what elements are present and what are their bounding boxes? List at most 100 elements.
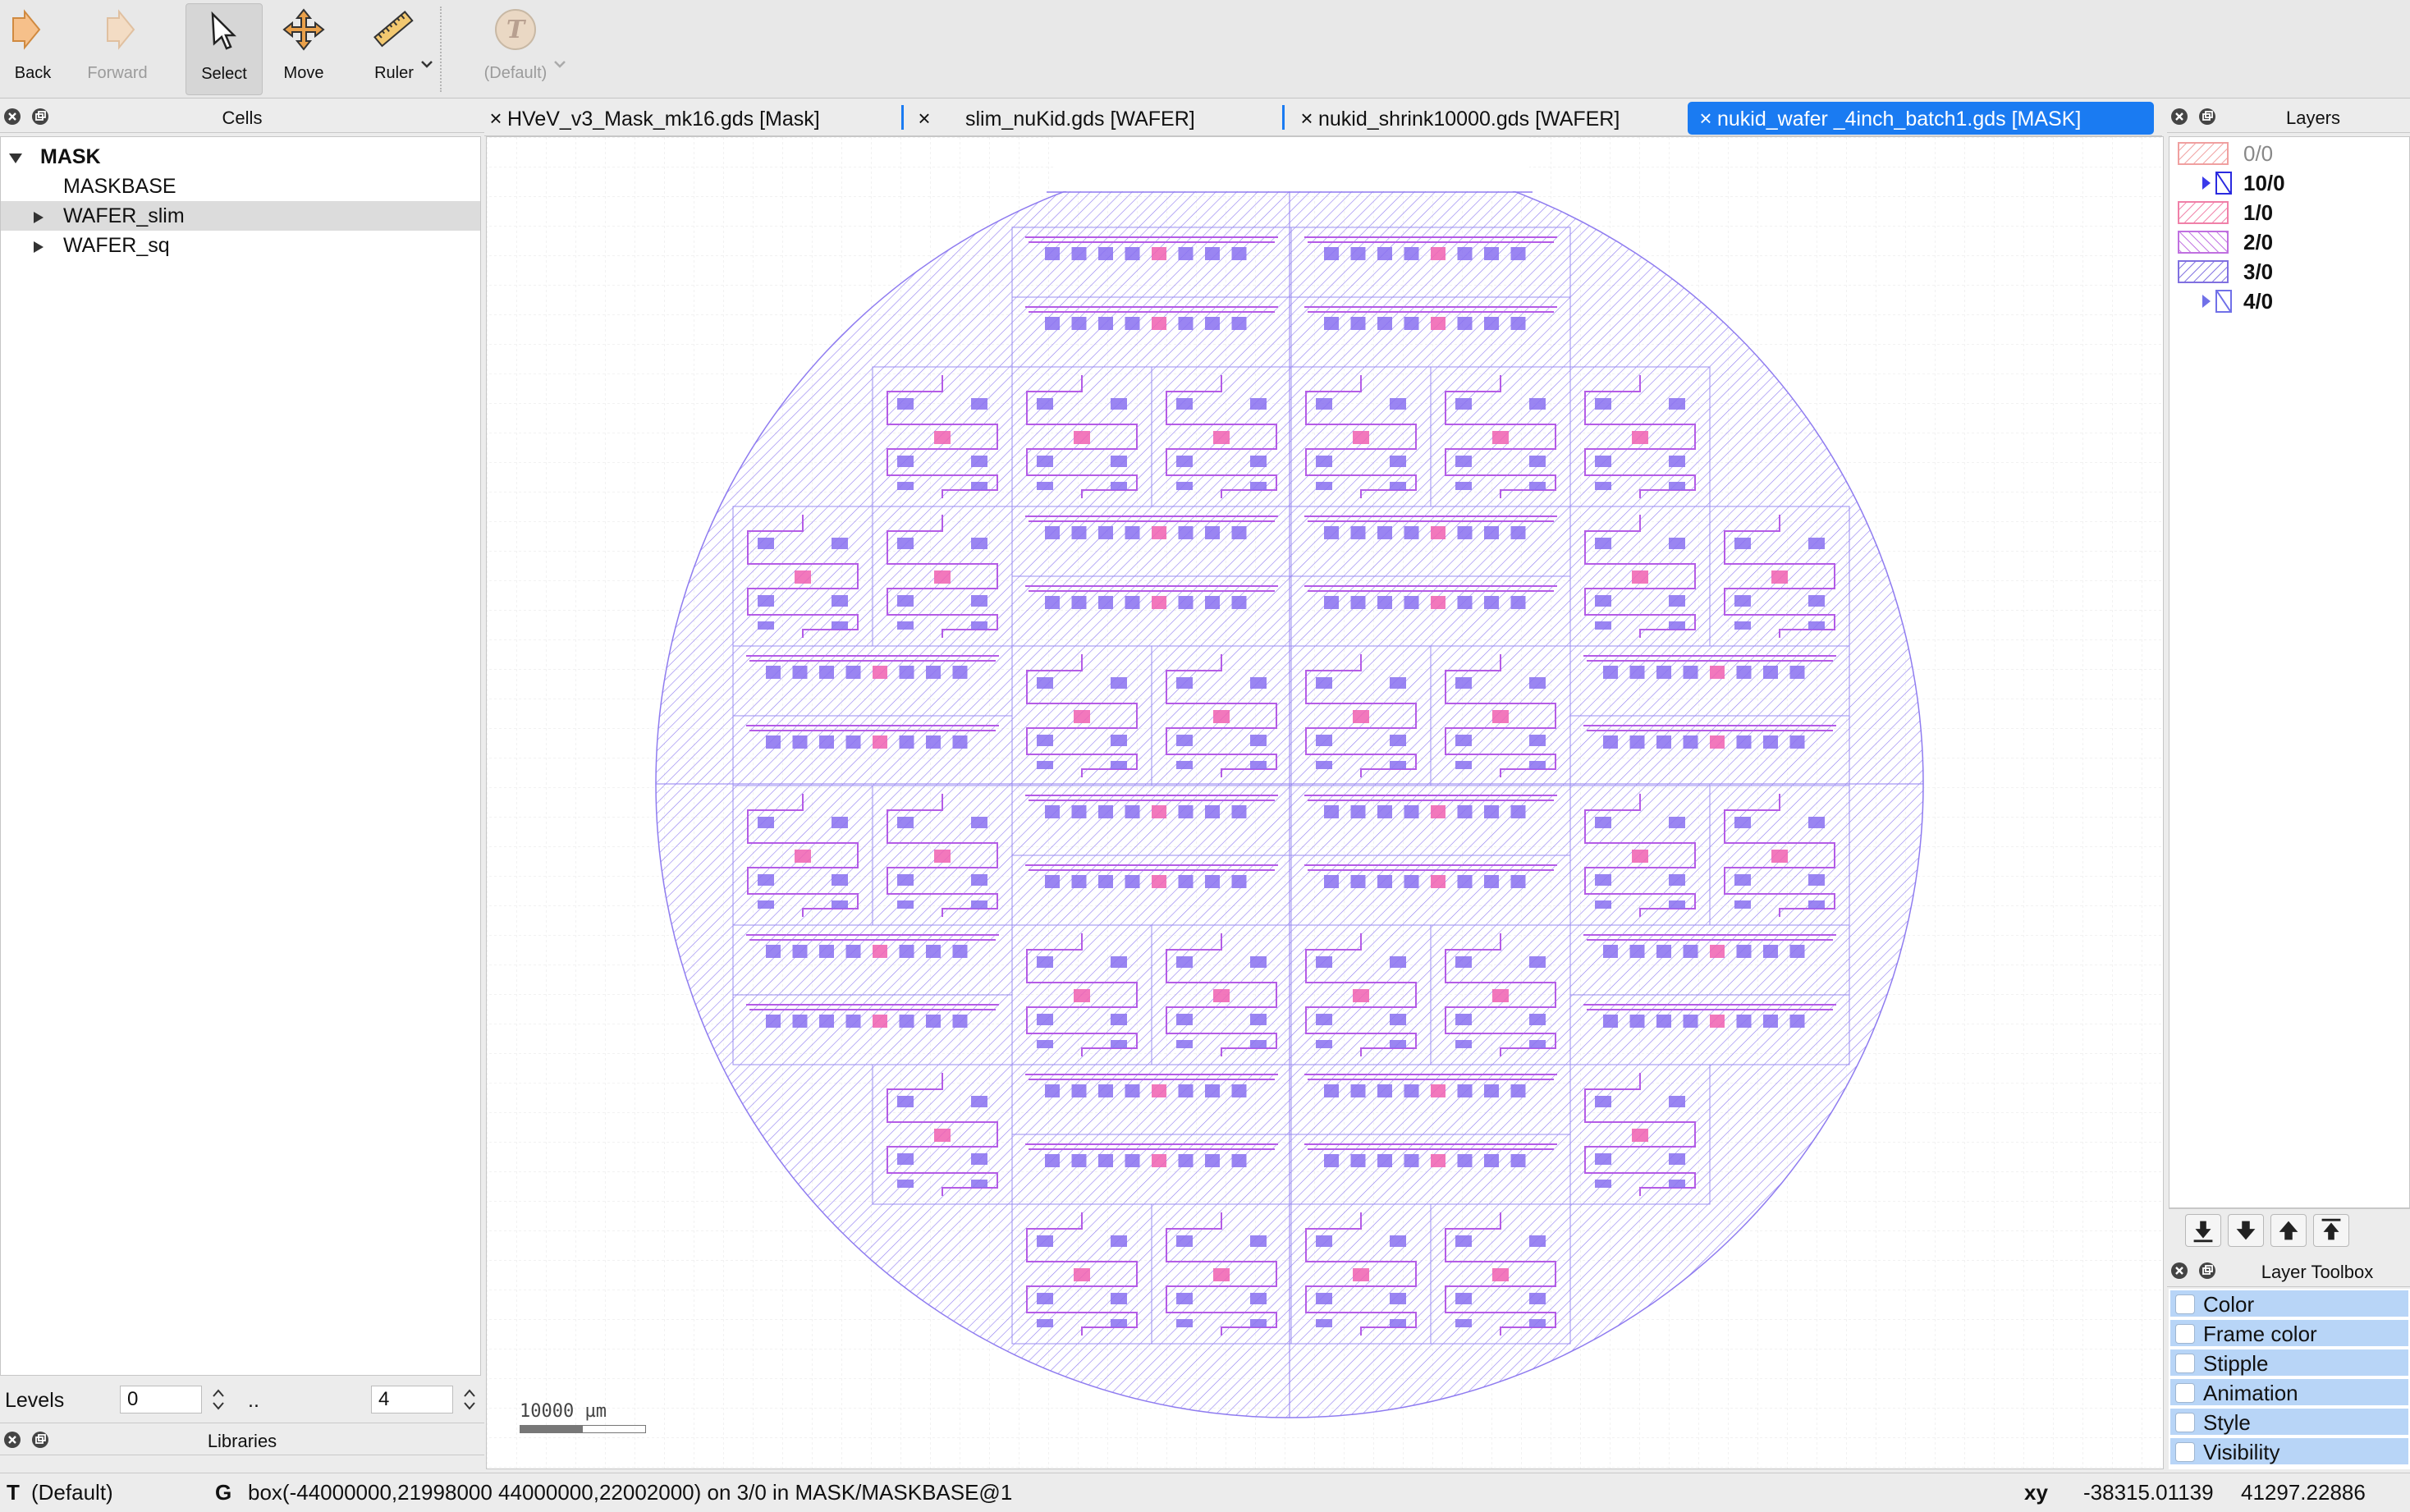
layer-row-2-0[interactable]: 2/0 (2169, 227, 2409, 257)
forward-label: Forward (87, 64, 148, 82)
toolbox-animation[interactable]: Animation (2170, 1379, 2408, 1407)
toolbox-style[interactable]: Style (2170, 1409, 2408, 1436)
tab-nukid-shrink[interactable]: × nukid_shrink10000.gds [WAFER] (1295, 102, 1656, 135)
move-up-icon[interactable] (2270, 1214, 2307, 1247)
select-tool-button[interactable]: Select (186, 3, 263, 95)
layer-row-4-0[interactable]: 4/0 (2169, 286, 2409, 316)
status-bar: T (Default) G box(-44000000,21998000 440… (0, 1473, 2410, 1512)
layer-row-10-0[interactable]: 10/0 (2169, 168, 2409, 198)
die-pad (1111, 1014, 1127, 1025)
die-pad (1431, 875, 1446, 888)
close-tab-icon[interactable]: × (1694, 102, 1717, 135)
layer-swatch-icon (2178, 231, 2229, 254)
die-pad (899, 666, 914, 679)
tab-divider (1282, 105, 1285, 130)
expand-checkbox[interactable] (2175, 1383, 2195, 1403)
text-default-label: (Default) (483, 64, 548, 82)
toolbox-color[interactable]: Color (2170, 1290, 2408, 1318)
layer-row-3-0[interactable]: 3/0 (2169, 257, 2409, 286)
tree-item-maskbase[interactable]: MASKBASE (1, 172, 480, 201)
die-pad (1529, 735, 1546, 746)
close-tab-icon[interactable]: × (484, 102, 507, 135)
move-label: Move (283, 64, 324, 82)
layers-panel-title: Layers (2285, 108, 2341, 128)
toolbox-visibility[interactable]: Visibility (2170, 1438, 2408, 1466)
levels-to-input[interactable]: 4 (371, 1386, 453, 1413)
tree-item-wafer-sq[interactable]: WAFER_sq (1, 231, 480, 260)
die-pad (1178, 317, 1194, 330)
layout-canvas[interactable]: 10000 µm (486, 136, 2164, 1469)
close-panel-icon[interactable] (2170, 1262, 2188, 1280)
die-pad (832, 595, 848, 607)
die-pad (1045, 247, 1060, 260)
die-pad (1037, 456, 1053, 467)
text-default-dropdown[interactable]: T (Default) (465, 3, 566, 95)
die-pad (1213, 431, 1230, 444)
die-pad (897, 595, 914, 607)
expanded-triangle-icon[interactable] (9, 153, 22, 163)
wafer-layout-drawing[interactable] (487, 137, 2164, 1469)
die-pad (1324, 526, 1339, 539)
die-pad (1595, 1096, 1611, 1107)
die-pad (1350, 247, 1366, 260)
collapsed-triangle-icon[interactable] (34, 212, 44, 223)
die-pad (899, 735, 914, 749)
die-pad (1045, 1154, 1060, 1167)
levels-label: Levels (5, 1389, 65, 1412)
expand-arrow-icon[interactable] (2202, 176, 2211, 190)
die-pad (1324, 317, 1339, 330)
move-tool-button[interactable]: Move (271, 3, 337, 95)
ruler-tool-button[interactable]: Ruler (353, 3, 435, 95)
die-pad (1316, 398, 1332, 410)
die-pad (1205, 247, 1220, 260)
expand-arrow-icon[interactable] (2202, 295, 2211, 308)
move-to-top-icon[interactable] (2313, 1214, 2349, 1247)
expand-checkbox[interactable] (2175, 1354, 2195, 1373)
expand-checkbox[interactable] (2175, 1324, 2195, 1344)
tab-slim-nukid[interactable]: × slim_nuKid.gds [WAFER] (913, 102, 1194, 135)
expand-checkbox[interactable] (2175, 1413, 2195, 1432)
die-pad (1316, 956, 1332, 968)
levels-from-input[interactable]: 0 (120, 1386, 202, 1413)
tree-item-wafer-slim[interactable]: WAFER_slim (1, 201, 480, 231)
select-label: Select (201, 65, 247, 83)
back-button[interactable]: Back (5, 3, 61, 95)
die-pad (971, 874, 987, 886)
close-panel-icon[interactable] (2170, 108, 2188, 126)
move-to-bottom-icon[interactable] (2185, 1214, 2221, 1247)
close-tab-icon[interactable]: × (913, 102, 936, 135)
die-pad (1353, 431, 1369, 444)
die-pad (971, 1180, 987, 1188)
die-pad (1125, 596, 1140, 609)
die-pad (795, 570, 811, 584)
die-pad (1484, 247, 1499, 260)
die-pad (1492, 989, 1509, 1002)
float-panel-icon[interactable] (2198, 1262, 2216, 1280)
tree-item-mask[interactable]: MASK (1, 142, 480, 172)
layer-row-1-0[interactable]: 1/0 (2169, 198, 2409, 227)
tab-hvev-mask[interactable]: × HVeV_v3_Mask_mk16.gds [Mask] (484, 102, 873, 135)
expand-checkbox[interactable] (2175, 1442, 2195, 1462)
die-pad (1205, 526, 1220, 539)
stepper-icon[interactable] (210, 1386, 227, 1413)
toolbox-stipple[interactable]: Stipple (2170, 1349, 2408, 1377)
die-pad (1045, 317, 1060, 330)
toolbox-frame-color[interactable]: Frame color (2170, 1320, 2408, 1348)
die-pad (1404, 526, 1419, 539)
forward-button[interactable]: Forward (82, 3, 153, 95)
collapsed-triangle-icon[interactable] (34, 241, 44, 253)
die-pad (971, 1153, 987, 1165)
die-pad (1632, 431, 1648, 444)
die-pad (1457, 526, 1473, 539)
die-pad (1111, 1319, 1127, 1327)
die-pad (1484, 1154, 1499, 1167)
die-pad (1656, 666, 1671, 679)
stepper-icon[interactable] (461, 1386, 478, 1413)
move-down-icon[interactable] (2228, 1214, 2264, 1247)
float-panel-icon[interactable] (2198, 108, 2216, 126)
close-tab-icon[interactable]: × (1295, 102, 1318, 135)
expand-checkbox[interactable] (2175, 1294, 2195, 1314)
die-pad (795, 850, 811, 863)
tab-nukid-wafer-active[interactable]: × nukid_wafer _4inch_batch1.gds [MASK] (1688, 102, 2154, 135)
layer-row-0-0[interactable]: 0/0 (2169, 139, 2409, 168)
